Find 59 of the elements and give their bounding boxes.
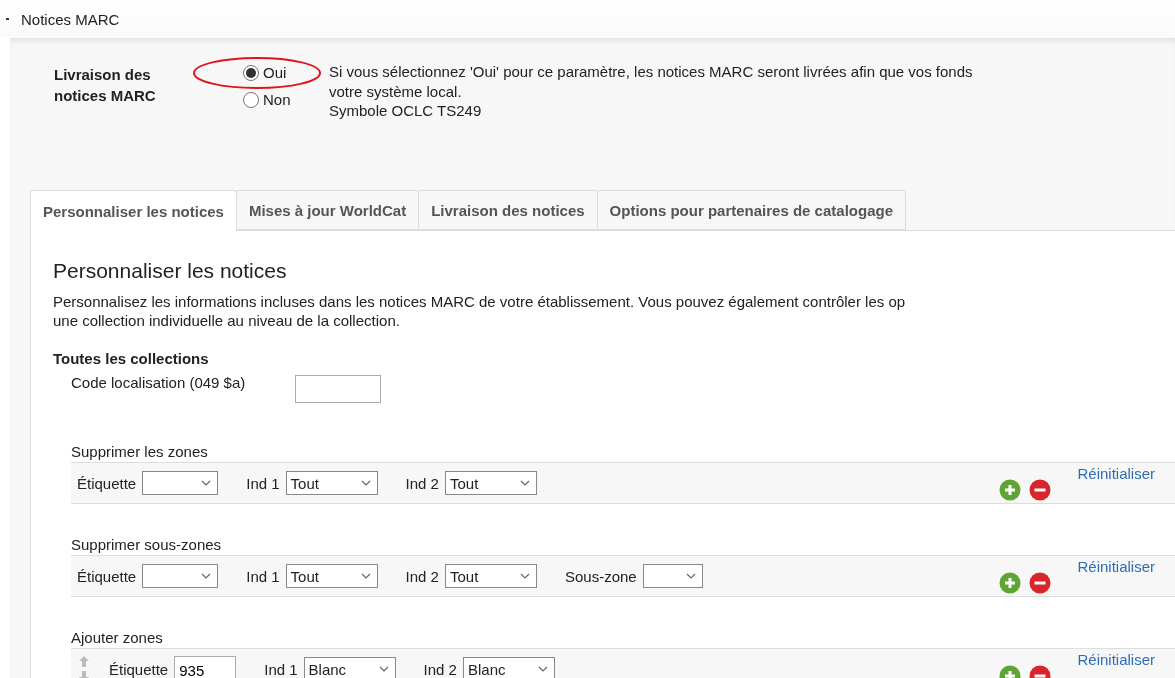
setting-label: Livraison des notices MARC [54, 65, 157, 106]
add-icon[interactable] [999, 572, 1022, 594]
chevron-icon [519, 573, 530, 579]
radio-label: Oui [263, 64, 287, 81]
tag-input[interactable]: 935 [174, 656, 237, 678]
chevron-icon [360, 573, 371, 579]
remove-icon[interactable] [1029, 479, 1052, 501]
add-icon[interactable] [999, 479, 1022, 501]
description-text: Si vous sélectionnez 'Oui' pour ce paramètre, les notices MARC seront livrées afin que vos fonds [329, 62, 973, 82]
subsection-title: Toutes les collections [53, 350, 210, 367]
chevron-icon [201, 480, 212, 486]
field-label: Ind 1 [246, 474, 280, 492]
field-label: Code localisation (049 $a) [71, 373, 247, 393]
tab[interactable]: Options pour partenaires de catalogage [596, 190, 906, 230]
location-input[interactable] [295, 375, 381, 403]
tab[interactable]: Livraison des notices [418, 190, 598, 230]
tab[interactable]: Mises à jour WorldCat [235, 190, 420, 230]
remove-icon[interactable] [1029, 572, 1052, 594]
reset-link[interactable]: Réinitialiser [1077, 465, 1155, 482]
dropdown[interactable] [642, 564, 703, 588]
radio-button[interactable] [243, 64, 259, 81]
field-label: Ind 2 [423, 660, 457, 678]
dropdown[interactable]: Tout [285, 564, 378, 588]
field-label: Ind 2 [405, 567, 439, 585]
chevron-icon [360, 480, 371, 486]
drag-handle-icon[interactable] [77, 655, 91, 678]
tab[interactable]: Personnaliser les notices [30, 190, 237, 231]
radio-label: Non [263, 91, 291, 108]
dropdown[interactable]: Blanc [462, 657, 555, 678]
dropdown[interactable]: Blanc [303, 657, 396, 678]
panel-title: Personnaliser les notices [53, 259, 288, 283]
intro-text: une collection individuelle au niveau de la collection. [53, 311, 401, 330]
chevron-icon [378, 666, 389, 672]
group-title: Ajouter zones [71, 629, 164, 646]
reset-link[interactable]: Réinitialiser [1077, 651, 1155, 668]
dropdown[interactable]: Tout [444, 564, 537, 588]
section-title: Notices MARC [21, 10, 120, 28]
chevron-icon [685, 573, 696, 579]
field-label: Sous-zone [564, 567, 637, 585]
description-text: Symbole OCLC TS249 [329, 101, 483, 121]
chevron-icon [537, 666, 548, 672]
radio-button[interactable] [243, 91, 259, 108]
chevron-icon [519, 480, 530, 486]
field-label: Ind 1 [264, 660, 298, 678]
group-title: Supprimer les zones [71, 443, 209, 460]
field-label: Ind 2 [405, 474, 439, 492]
field-label: Étiquette [77, 567, 137, 585]
dropdown[interactable] [142, 471, 219, 495]
intro-text: Personnalisez les informations incluses dans les notices MARC de votre établissement. Vous pouvez également contrôler les op [53, 292, 907, 311]
dropdown[interactable]: Tout [444, 471, 537, 495]
dropdown[interactable] [142, 564, 219, 588]
dropdown[interactable]: Tout [285, 471, 378, 495]
field-label: Ind 1 [246, 567, 280, 585]
chevron-icon [201, 573, 212, 579]
reset-link[interactable]: Réinitialiser [1077, 558, 1155, 575]
field-label: Étiquette [109, 660, 169, 678]
group-title: Supprimer sous-zones [71, 536, 223, 553]
description-text: votre système local. [329, 81, 463, 101]
field-label: Étiquette [77, 474, 137, 492]
